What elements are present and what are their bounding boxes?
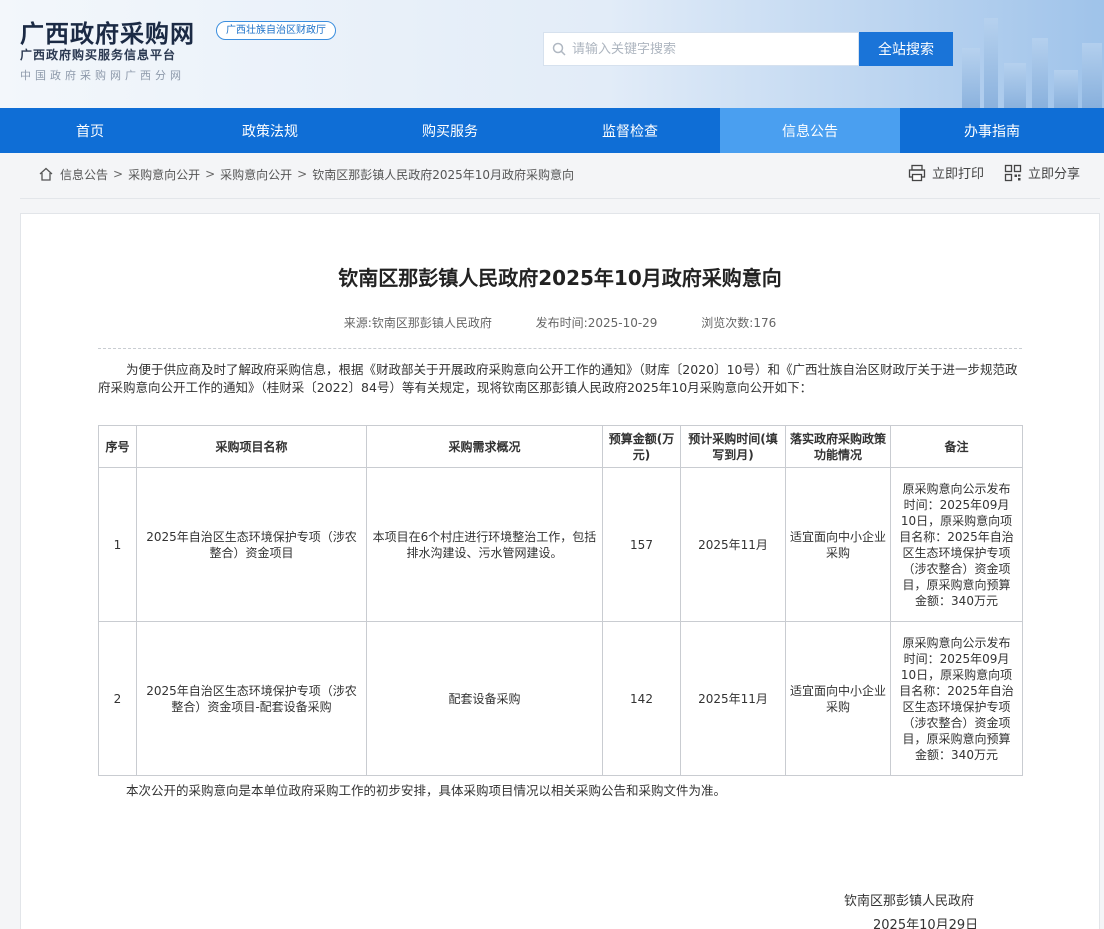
article-source: 来源:钦南区那彭镇人民政府	[344, 316, 492, 330]
print-button[interactable]: 立即打印	[908, 163, 984, 182]
page-tools: 立即打印 立即分享	[888, 163, 1080, 182]
table-header-row: 序号 采购项目名称 采购需求概况 预算金额(万元) 预计采购时间(填写到月) 落…	[98, 425, 1023, 468]
site-search-button[interactable]: 全站搜索	[859, 32, 953, 66]
breadcrumb: 信息公告 > 采购意向公开 > 采购意向公开 > 钦南区那彭镇人民政府2025年…	[38, 164, 574, 184]
procurement-table: 序号 采购项目名称 采购需求概况 预算金额(万元) 预计采购时间(填写到月) 落…	[98, 425, 1023, 776]
cell-policy: 适宜面向中小企业采购	[785, 467, 891, 622]
article-title: 钦南区那彭镇人民政府2025年10月政府采购意向	[338, 266, 782, 290]
nav-item-guide[interactable]: 办事指南	[900, 108, 1084, 153]
table-row: 2 2025年自治区生态环境保护专项（涉农整合）资金项目-配套设备采购 配套设备…	[98, 621, 1023, 776]
meta-divider	[98, 348, 1022, 349]
site-subtitle: 广西政府购买服务信息平台	[20, 48, 177, 62]
cell-remark: 原采购意向公示发布时间：2025年09月10日，原采购意向项目名称：2025年自…	[890, 621, 1023, 776]
search-icon	[552, 42, 566, 56]
column-header: 预算金额(万元)	[602, 425, 681, 468]
breadcrumb-item[interactable]: 采购意向公开	[128, 166, 200, 183]
column-header: 采购需求概况	[366, 425, 603, 468]
search-box	[543, 32, 859, 66]
cell-project-name: 2025年自治区生态环境保护专项（涉农整合）资金项目-配套设备采购	[136, 621, 367, 776]
site-title[interactable]: 广西政府采购网	[20, 14, 195, 49]
cell-time: 2025年11月	[680, 467, 786, 622]
cell-index: 1	[98, 467, 137, 622]
share-button[interactable]: 立即分享	[1004, 163, 1080, 182]
article-views: 浏览次数:176	[701, 316, 776, 330]
cell-summary: 配套设备采购	[366, 621, 603, 776]
cell-budget: 157	[602, 467, 681, 622]
table-row: 1 2025年自治区生态环境保护专项（涉农整合）资金项目 本项目在6个村庄进行环…	[98, 467, 1023, 622]
breadcrumb-separator: >	[297, 167, 308, 181]
share-label: 立即分享	[1027, 167, 1080, 182]
column-header: 预计采购时间(填写到月)	[680, 425, 786, 468]
column-header: 序号	[98, 425, 137, 468]
breadcrumb-item[interactable]: 信息公告	[60, 166, 108, 183]
home-icon[interactable]	[38, 166, 54, 182]
cell-time: 2025年11月	[680, 621, 786, 776]
intro-paragraph: 为便于供应商及时了解政府采购信息，根据《财政部关于开展政府采购意向公开工作的通知…	[98, 362, 1018, 395]
source-label: 来源:	[343, 316, 372, 330]
nav-item-announcements[interactable]: 信息公告	[720, 108, 900, 153]
site-subtitle-secondary: 中国政府采购网广西分网	[20, 69, 185, 82]
breadcrumb-separator: >	[205, 167, 216, 181]
breadcrumb-current: 钦南区那彭镇人民政府2025年10月政府采购意向	[312, 167, 575, 182]
column-header: 采购项目名称	[136, 425, 367, 468]
city-skyline-decoration	[954, 8, 1104, 108]
nav-item-policy[interactable]: 政策法规	[180, 108, 360, 153]
site-badge: 广西壮族自治区财政厅	[216, 21, 336, 40]
nav-item-purchase-service[interactable]: 购买服务	[360, 108, 540, 153]
main-nav: 首页 政策法规 购买服务 监督检查 信息公告 办事指南	[0, 108, 1104, 153]
qrcode-icon	[1004, 164, 1028, 182]
cell-budget: 142	[602, 621, 681, 776]
article-meta: 来源:钦南区那彭镇人民政府 发布时间:2025-10-29 浏览次数:176	[21, 314, 1099, 331]
source-value: 钦南区那彭镇人民政府	[371, 316, 492, 330]
printer-icon	[908, 164, 932, 182]
divider	[20, 198, 1100, 199]
search-input[interactable]	[572, 41, 842, 57]
nav-item-supervision[interactable]: 监督检查	[540, 108, 720, 153]
print-label: 立即打印	[931, 167, 984, 182]
signature: 钦南区那彭镇人民政府	[844, 894, 975, 909]
cell-policy: 适宜面向中小企业采购	[785, 621, 891, 776]
date-label: 发布时间:	[535, 316, 588, 330]
column-header: 备注	[890, 425, 1023, 468]
outro-paragraph: 本次公开的采购意向是本单位政府采购工作的初步安排，具体采购项目情况以相关采购公告…	[126, 783, 727, 798]
cell-index: 2	[98, 621, 137, 776]
article-date: 发布时间:2025-10-29	[536, 316, 658, 330]
column-header: 落实政府采购政策功能情况	[785, 425, 891, 468]
signature-date: 2025年10月29日	[873, 918, 979, 929]
views-value: 176	[753, 316, 777, 330]
date-value: 2025-10-29	[587, 316, 658, 330]
breadcrumb-separator: >	[113, 167, 124, 181]
nav-item-home[interactable]: 首页	[0, 108, 180, 153]
cell-project-name: 2025年自治区生态环境保护专项（涉农整合）资金项目	[136, 467, 367, 622]
site-header: 广西政府采购网 广西壮族自治区财政厅 广西政府购买服务信息平台 中国政府采购网广…	[0, 0, 1104, 108]
cell-summary: 本项目在6个村庄进行环境整治工作，包括排水沟建设、污水管网建设。	[366, 467, 603, 622]
breadcrumb-item[interactable]: 采购意向公开	[220, 166, 292, 183]
article-panel: 钦南区那彭镇人民政府2025年10月政府采购意向 来源:钦南区那彭镇人民政府 发…	[20, 213, 1100, 929]
views-label: 浏览次数:	[701, 316, 754, 330]
cell-remark: 原采购意向公示发布时间：2025年09月10日，原采购意向项目名称：2025年自…	[890, 467, 1023, 622]
